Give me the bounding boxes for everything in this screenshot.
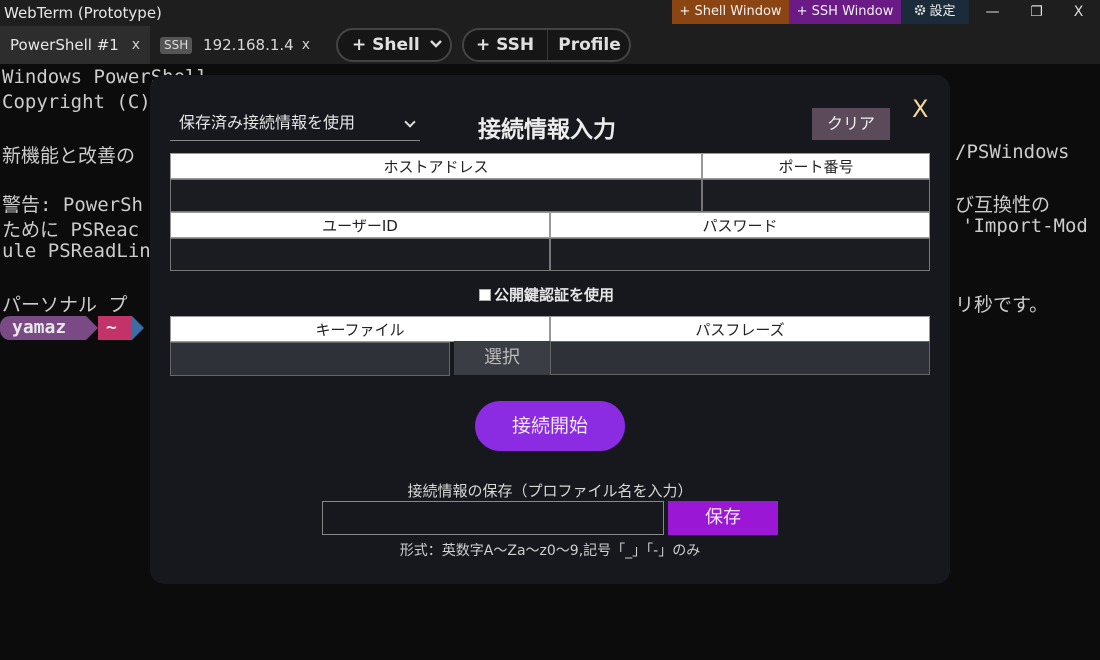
close-window-button[interactable]: X [1057, 0, 1100, 24]
ssh-badge: SSH [160, 37, 193, 54]
tab-label: 192.168.1.4 [203, 36, 294, 54]
terminal-line: パーソナル プ [2, 294, 128, 316]
passphrase-input[interactable] [550, 341, 930, 375]
minimize-button[interactable]: — [971, 0, 1014, 24]
terminal-fragment: び互換性の [955, 194, 1051, 216]
save-button[interactable]: 保存 [668, 501, 778, 535]
new-shell-window-button[interactable]: + Shell Window [672, 0, 789, 24]
new-ssh-window-button[interactable]: + SSH Window [789, 0, 901, 24]
settings-label: 設定 [929, 4, 956, 19]
settings-button[interactable]: 設定 [901, 0, 969, 24]
password-label: パスワード [550, 212, 930, 238]
terminal-line: ule PSReadLin [2, 240, 151, 262]
password-input[interactable] [550, 238, 930, 271]
gear-icon [915, 4, 926, 16]
pubkey-label: 公開鍵認証を使用 [494, 286, 615, 304]
format-note: 形式：英数字A〜Za〜z0〜9,記号「_」「-」のみ [399, 543, 701, 559]
clear-button[interactable]: クリア [812, 108, 890, 140]
prompt-directory: ~ [98, 316, 132, 340]
passphrase-label: パスフレーズ [550, 316, 930, 342]
keyfile-input[interactable] [170, 342, 450, 376]
user-id-label: ユーザーID [170, 212, 550, 238]
tab-powershell[interactable]: PowerShell #1 x [0, 26, 150, 64]
save-profile-title: 接続情報の保存（プロファイル名を入力） [407, 482, 693, 500]
terminal-line: 警告: PowerSh [2, 194, 143, 216]
prompt-separator [86, 316, 98, 340]
host-input[interactable] [170, 179, 702, 212]
ssh-profile-group: + SSH Profile [462, 28, 631, 62]
add-shell-button[interactable]: + Shell [336, 28, 452, 62]
terminal-line: Copyright (C) [2, 91, 151, 113]
connection-dialog: 保存済み接続情報を使用 接続情報入力 クリア X ホストアドレス ポート番号 ユ… [150, 75, 950, 584]
saved-profile-label: 保存済み接続情報を使用 [179, 113, 356, 132]
chevron-down-icon [404, 116, 416, 128]
port-input[interactable] [702, 179, 930, 212]
terminal-fragment: 'Import-Mod [962, 215, 1088, 237]
chevron-down-icon [429, 40, 442, 48]
add-ssh-button[interactable]: + SSH [464, 30, 548, 60]
tab-ssh[interactable]: SSH 192.168.1.4 x [150, 26, 320, 64]
keyfile-label: キーファイル [170, 316, 550, 342]
window-title: WebTerm (Prototype) [4, 4, 162, 22]
terminal-line: ために PSReac [2, 219, 140, 241]
tab-bar: PowerShell #1 x SSH 192.168.1.4 x + Shel… [0, 26, 1100, 64]
saved-profile-select[interactable]: 保存済み接続情報を使用 [170, 108, 420, 141]
terminal-line: 新機能と改善の [2, 145, 136, 167]
terminal-fragment: リ秒です。 [955, 294, 1049, 316]
tab-close-button[interactable]: x [132, 26, 140, 64]
select-keyfile-button[interactable]: 選択 [454, 341, 550, 375]
dialog-title: 接続情報入力 [478, 117, 616, 143]
profile-button[interactable]: Profile [548, 30, 631, 60]
title-bar: WebTerm (Prototype) + Shell Window + SSH… [0, 0, 1100, 26]
close-dialog-button[interactable]: X [912, 95, 928, 123]
profile-name-input[interactable] [322, 501, 664, 535]
add-shell-label: + Shell [352, 35, 420, 55]
checkbox-box[interactable] [479, 289, 491, 301]
prompt-separator [132, 316, 144, 340]
connect-button[interactable]: 接続開始 [475, 401, 625, 451]
host-label: ホストアドレス [170, 153, 702, 179]
prompt-user: yamaz [0, 316, 86, 340]
maximize-button[interactable]: ❐ [1015, 0, 1058, 24]
tab-close-button[interactable]: x [302, 26, 310, 64]
pubkey-checkbox[interactable]: 公開鍵認証を使用 [479, 284, 614, 305]
tab-label: PowerShell #1 [10, 36, 119, 54]
terminal-fragment: /PSWindows [955, 141, 1070, 163]
user-id-input[interactable] [170, 238, 550, 271]
port-label: ポート番号 [702, 153, 930, 179]
